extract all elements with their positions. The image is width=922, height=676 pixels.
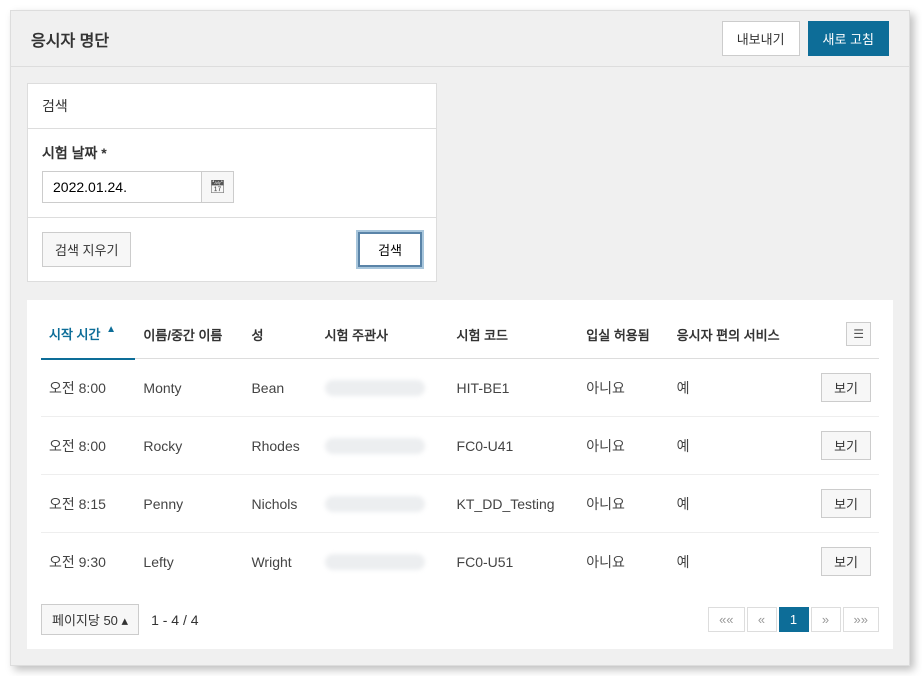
redacted-text <box>325 496 425 512</box>
table-row: 오전 8:15 Penny Nichols KT_DD_Testing 아니요 … <box>41 475 879 533</box>
page-prev-button[interactable]: « <box>747 607 777 632</box>
table-header-row: 시작 시간 ▲ 이름/중간 이름 성 시험 주관사 시험 코드 입실 허용됨 응… <box>41 308 879 359</box>
cell-sponsor <box>317 417 449 475</box>
cell-start: 오전 8:00 <box>41 417 135 475</box>
col-last[interactable]: 성 <box>243 308 316 359</box>
cell-sponsor <box>317 533 449 591</box>
roster-table: 시작 시간 ▲ 이름/중간 이름 성 시험 주관사 시험 코드 입실 허용됨 응… <box>41 308 879 590</box>
cell-sponsor <box>317 359 449 417</box>
cell-start: 오전 9:30 <box>41 533 135 591</box>
footer-left: 페이지당 50 ▴ 1 - 4 / 4 <box>41 604 199 635</box>
cell-admission: 아니요 <box>578 533 668 591</box>
redacted-text <box>325 380 425 396</box>
cell-accommodation: 예 <box>669 359 804 417</box>
cell-action: 보기 <box>804 533 879 591</box>
col-accommodation[interactable]: 응시자 편의 서비스 <box>669 308 804 359</box>
cell-action: 보기 <box>804 475 879 533</box>
cell-last: Rhodes <box>243 417 316 475</box>
cell-last: Wright <box>243 533 316 591</box>
redacted-text <box>325 554 425 570</box>
roster-table-wrap: 시작 시간 ▲ 이름/중간 이름 성 시험 주관사 시험 코드 입실 허용됨 응… <box>27 300 893 649</box>
page-last-button[interactable]: »» <box>843 607 879 632</box>
column-settings-button[interactable]: ☰ <box>846 322 871 346</box>
col-first-middle[interactable]: 이름/중간 이름 <box>135 308 243 359</box>
cell-sponsor <box>317 475 449 533</box>
table-body: 오전 8:00 Monty Bean HIT-BE1 아니요 예 보기 오전 8… <box>41 359 879 591</box>
search-footer: 검색 지우기 검색 <box>28 217 436 281</box>
page-next-button[interactable]: » <box>811 607 841 632</box>
content-area: 검색 시험 날짜 * 📅︎ 검색 지우기 검색 <box>11 67 909 665</box>
table-row: 오전 8:00 Rocky Rhodes FC0-U41 아니요 예 보기 <box>41 417 879 475</box>
cell-action: 보기 <box>804 417 879 475</box>
cell-first: Rocky <box>135 417 243 475</box>
cell-accommodation: 예 <box>669 417 804 475</box>
view-button[interactable]: 보기 <box>821 373 871 402</box>
cell-code: FC0-U41 <box>449 417 579 475</box>
clear-search-button[interactable]: 검색 지우기 <box>42 232 131 267</box>
page-size-button[interactable]: 페이지당 50 ▴ <box>41 604 139 635</box>
col-settings: ☰ <box>804 308 879 359</box>
cell-code: HIT-BE1 <box>449 359 579 417</box>
page-info: 1 - 4 / 4 <box>151 612 198 628</box>
table-row: 오전 9:30 Lefty Wright FC0-U51 아니요 예 보기 <box>41 533 879 591</box>
view-button[interactable]: 보기 <box>821 431 871 460</box>
cell-code: FC0-U51 <box>449 533 579 591</box>
col-admission[interactable]: 입실 허용됨 <box>578 308 668 359</box>
search-panel-title: 검색 <box>28 84 436 129</box>
cell-last: Bean <box>243 359 316 417</box>
cell-last: Nichols <box>243 475 316 533</box>
cell-admission: 아니요 <box>578 417 668 475</box>
header-actions: 내보내기 새로 고침 <box>722 21 889 56</box>
refresh-button[interactable]: 새로 고침 <box>808 21 889 56</box>
roster-window: 응시자 명단 내보내기 새로 고침 검색 시험 날짜 * 📅︎ 검색 지우기 검… <box>10 10 910 666</box>
cell-start: 오전 8:15 <box>41 475 135 533</box>
search-body: 시험 날짜 * 📅︎ <box>28 129 436 217</box>
view-button[interactable]: 보기 <box>821 547 871 576</box>
col-start-time[interactable]: 시작 시간 ▲ <box>41 308 135 359</box>
table-footer: 페이지당 50 ▴ 1 - 4 / 4 «« « 1 » »» <box>41 590 879 635</box>
page-number-button[interactable]: 1 <box>779 607 809 632</box>
cell-action: 보기 <box>804 359 879 417</box>
export-button[interactable]: 내보내기 <box>722 21 800 56</box>
exam-date-input[interactable] <box>42 171 202 203</box>
search-submit-button[interactable]: 검색 <box>358 232 422 267</box>
col-start-time-label: 시작 시간 <box>49 327 100 342</box>
cell-first: Penny <box>135 475 243 533</box>
calendar-button[interactable]: 📅︎ <box>202 171 234 203</box>
search-panel: 검색 시험 날짜 * 📅︎ 검색 지우기 검색 <box>27 83 437 282</box>
cell-accommodation: 예 <box>669 475 804 533</box>
sort-asc-icon: ▲ <box>106 324 116 335</box>
calendar-icon: 📅︎ <box>209 179 226 195</box>
cell-code: KT_DD_Testing <box>449 475 579 533</box>
cell-first: Lefty <box>135 533 243 591</box>
view-button[interactable]: 보기 <box>821 489 871 518</box>
sliders-icon: ☰ <box>853 327 864 341</box>
cell-accommodation: 예 <box>669 533 804 591</box>
exam-date-label: 시험 날짜 * <box>42 143 422 163</box>
col-sponsor[interactable]: 시험 주관사 <box>317 308 449 359</box>
table-row: 오전 8:00 Monty Bean HIT-BE1 아니요 예 보기 <box>41 359 879 417</box>
cell-first: Monty <box>135 359 243 417</box>
page-title: 응시자 명단 <box>31 27 109 51</box>
cell-admission: 아니요 <box>578 475 668 533</box>
redacted-text <box>325 438 425 454</box>
header-bar: 응시자 명단 내보내기 새로 고침 <box>11 11 909 67</box>
page-first-button[interactable]: «« <box>708 607 744 632</box>
col-exam-code[interactable]: 시험 코드 <box>449 308 579 359</box>
cell-admission: 아니요 <box>578 359 668 417</box>
cell-start: 오전 8:00 <box>41 359 135 417</box>
date-input-row: 📅︎ <box>42 171 422 203</box>
pagination: «« « 1 » »» <box>708 607 879 632</box>
